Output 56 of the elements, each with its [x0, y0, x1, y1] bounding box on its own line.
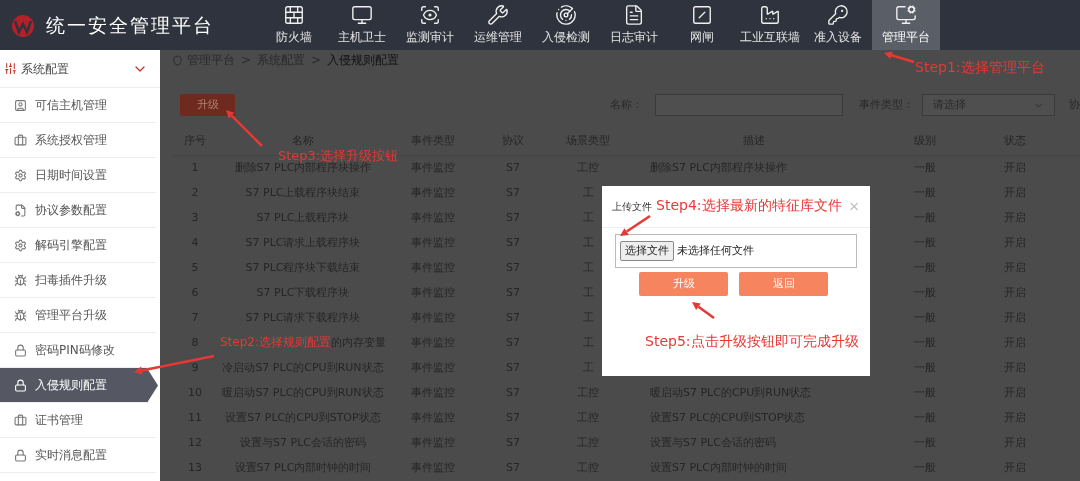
choose-file-button[interactable]: 选择文件: [620, 240, 674, 262]
wall-icon: [283, 4, 305, 26]
gear-icon: [14, 168, 27, 182]
sidebar-item[interactable]: 扫毒插件升级: [0, 263, 156, 298]
nav-tab[interactable]: 主机卫士: [328, 0, 396, 50]
briefcase-icon: [14, 413, 27, 427]
sidebar-item[interactable]: 协议参数配置: [0, 193, 156, 228]
app-title: 统一安全管理平台: [46, 12, 214, 38]
nav-tab[interactable]: 日志审计: [600, 0, 668, 50]
eye-icon: [419, 4, 441, 26]
key-icon: [827, 4, 849, 26]
sidebar-group[interactable]: 系统配置: [0, 50, 160, 88]
annotation-text: Step1:选择管理平台: [915, 58, 1045, 77]
document-gear-icon: [14, 203, 27, 217]
sliders-icon: [4, 62, 17, 75]
breadcrumb-separator: >: [310, 52, 323, 69]
sidebar-item[interactable]: 管理平台升级: [0, 298, 156, 333]
sidebar-item[interactable]: 证书管理: [0, 403, 156, 438]
nav-tab[interactable]: 运维管理: [464, 0, 532, 50]
annotation-text: Step5:点击升级按钮即可完成升级: [645, 332, 859, 351]
sidebar-item[interactable]: 入侵规则配置: [0, 368, 158, 403]
annotation-text: Step2:选择规则配置: [220, 336, 331, 348]
sidebar-item[interactable]: 可信主机管理: [0, 88, 156, 123]
monitor-icon: [351, 4, 373, 26]
annotation-text: Step3:选择升级按钮: [278, 149, 399, 162]
wrench-icon: [487, 4, 509, 26]
lock-icon: [14, 448, 27, 462]
dialog-title: 上传文件: [612, 200, 652, 214]
nav-tab[interactable]: 监测审计: [396, 0, 464, 50]
nav-tab[interactable]: 准入设备: [804, 0, 872, 50]
sidebar-item[interactable]: 日期时间设置: [0, 158, 156, 193]
nav-tab[interactable]: 防火墙: [260, 0, 328, 50]
radar-icon: [555, 4, 577, 26]
sidebar-item[interactable]: 系统授权管理: [0, 123, 156, 158]
gear-icon: [14, 238, 27, 252]
bug-icon: [14, 273, 27, 287]
monitor-gear-icon: [895, 4, 917, 26]
breadcrumb-separator: >: [240, 52, 253, 69]
file-status: 未选择任何文件: [677, 242, 754, 259]
file-input[interactable]: 选择文件 未选择任何文件: [615, 234, 857, 268]
briefcase-icon: [14, 133, 27, 147]
document-icon: [623, 4, 645, 26]
shield-icon: [172, 54, 183, 66]
slash-icon: [691, 4, 713, 26]
sidebar-item[interactable]: 解码引擎配置: [0, 228, 156, 263]
sidebar-item[interactable]: 实时消息配置: [0, 438, 156, 473]
bug-icon: [14, 308, 27, 322]
annotation-text: Step4:选择最新的特征库文件: [656, 196, 842, 215]
user-card-icon: [14, 98, 27, 112]
nav-tab[interactable]: 工业互联墙: [736, 0, 804, 50]
lock-icon: [14, 343, 27, 357]
lock-icon: [14, 378, 27, 392]
nav-tab[interactable]: 入侵检测: [532, 0, 600, 50]
factory-icon: [759, 4, 781, 26]
nav-tab[interactable]: 管理平台: [872, 0, 940, 50]
nav-tab[interactable]: 网闸: [668, 0, 736, 50]
